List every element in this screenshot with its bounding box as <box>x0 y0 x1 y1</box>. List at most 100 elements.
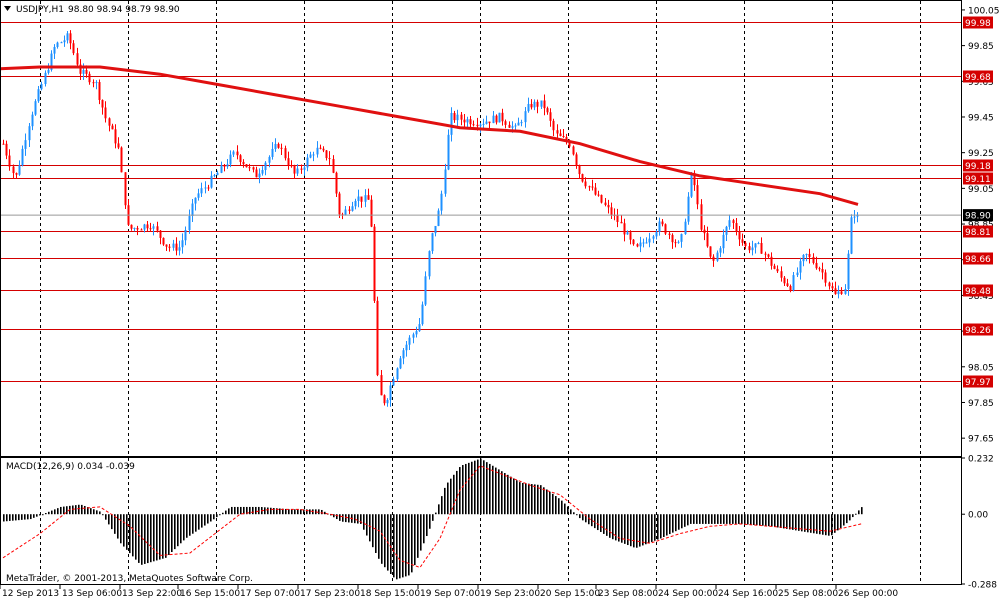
candle-body <box>466 119 469 123</box>
candle-body <box>687 196 690 222</box>
macd-bar <box>411 514 413 573</box>
macd-bar <box>60 506 62 515</box>
macd-bar <box>615 514 617 541</box>
macd-bar <box>669 514 671 535</box>
symbol-label: USDJPY,H1 <box>16 5 64 15</box>
macd-bar <box>843 514 845 526</box>
macd-bar <box>48 511 50 515</box>
candle-body <box>197 193 200 198</box>
candle-body <box>248 167 251 169</box>
candle-body <box>645 242 648 244</box>
macd-bar <box>627 514 629 546</box>
candle-body <box>674 242 677 244</box>
x-tick-label: 17 Sep 23:00 <box>300 589 360 599</box>
candle-body <box>8 155 11 167</box>
x-tick-label: 19 Sep 23:00 <box>480 589 540 599</box>
macd-bar <box>96 510 98 515</box>
candle-body <box>200 188 203 194</box>
macd-bar <box>699 514 701 524</box>
level-tag-label: 98.48 <box>965 287 991 297</box>
macd-y-tick-label: 0.232 <box>968 455 994 465</box>
candle-body <box>658 221 661 232</box>
candle-body <box>114 129 117 144</box>
macd-bar <box>177 514 179 547</box>
candle-body <box>338 193 341 215</box>
candle-body <box>216 172 219 176</box>
macd-bar <box>108 514 110 525</box>
candle-body <box>207 187 210 189</box>
macd-bar <box>582 514 584 521</box>
candle-body <box>773 265 776 269</box>
candle-body <box>431 233 434 252</box>
macd-bar <box>816 514 818 534</box>
level-tag-label: 98.26 <box>965 326 991 336</box>
macd-bar <box>597 514 599 531</box>
candle-body <box>5 143 8 156</box>
candle-body <box>364 195 367 202</box>
macd-bar <box>165 514 167 558</box>
macd-bar <box>648 514 650 544</box>
copyright-text: MetaTrader, © 2001-2013, MetaQuotes Soft… <box>6 574 253 584</box>
macd-bar <box>369 514 371 542</box>
candle-body <box>213 175 216 177</box>
mt4-chart[interactable]: 100.0599.8599.6599.4599.2599.0598.8598.6… <box>0 0 1000 600</box>
candle-body <box>152 226 155 229</box>
candle-body <box>444 169 447 194</box>
macd-bar <box>279 508 281 515</box>
level-tag-label: 98.66 <box>965 255 991 265</box>
macd-bar <box>858 510 860 515</box>
candle-body <box>805 253 808 255</box>
candle-body <box>501 112 504 122</box>
macd-bar <box>267 507 269 515</box>
candle-body <box>255 169 258 178</box>
macd-bar <box>213 514 215 520</box>
candle-body <box>812 256 815 263</box>
macd-bar <box>705 514 707 524</box>
candle-body <box>767 254 770 257</box>
candle-body <box>108 118 111 126</box>
candle-body <box>760 243 763 254</box>
macd-bar <box>579 514 581 519</box>
macd-bar <box>204 514 206 526</box>
macd-bar <box>594 514 596 529</box>
macd-bar <box>573 512 575 515</box>
macd-bar <box>501 471 503 515</box>
macd-bar <box>771 514 773 527</box>
macd-bar <box>729 514 731 524</box>
macd-bar <box>438 504 440 515</box>
macd-bar <box>528 483 530 515</box>
macd-bar <box>543 487 545 515</box>
collapse-arrow-icon[interactable] <box>4 6 11 11</box>
macd-histogram <box>3 458 863 580</box>
candle-body <box>792 275 795 291</box>
candle-body <box>245 164 248 168</box>
macd-bar <box>150 514 152 563</box>
x-tick-label: 18 Sep 15:00 <box>360 589 420 599</box>
candle-body <box>204 187 207 189</box>
time-axis: 12 Sep 2013 13 Sep 06:00 13 Sep 22:0016 Se… <box>0 585 898 599</box>
candle-body <box>184 230 187 241</box>
candle-body <box>632 239 635 245</box>
macd-bar <box>537 484 539 515</box>
candle-body <box>335 172 338 194</box>
candlestick-series <box>2 30 859 407</box>
candle-body <box>290 165 293 167</box>
candle-body <box>655 231 658 237</box>
candle-body <box>716 252 719 261</box>
macd-bar <box>474 460 476 515</box>
candle-body <box>575 154 578 166</box>
macd-bar <box>30 514 32 520</box>
macd-bar <box>750 514 752 525</box>
macd-bar <box>525 483 527 515</box>
y-tick-label: 97.65 <box>968 435 994 445</box>
macd-bar <box>72 505 74 515</box>
macd-bar <box>822 514 824 535</box>
candle-body <box>796 272 799 276</box>
macd-bar <box>348 514 350 523</box>
candle-body <box>664 224 667 234</box>
candle-body <box>738 231 741 240</box>
macd-bar <box>159 514 161 560</box>
macd-bar <box>294 509 296 515</box>
candle-body <box>709 246 712 257</box>
candle-body <box>556 130 559 134</box>
